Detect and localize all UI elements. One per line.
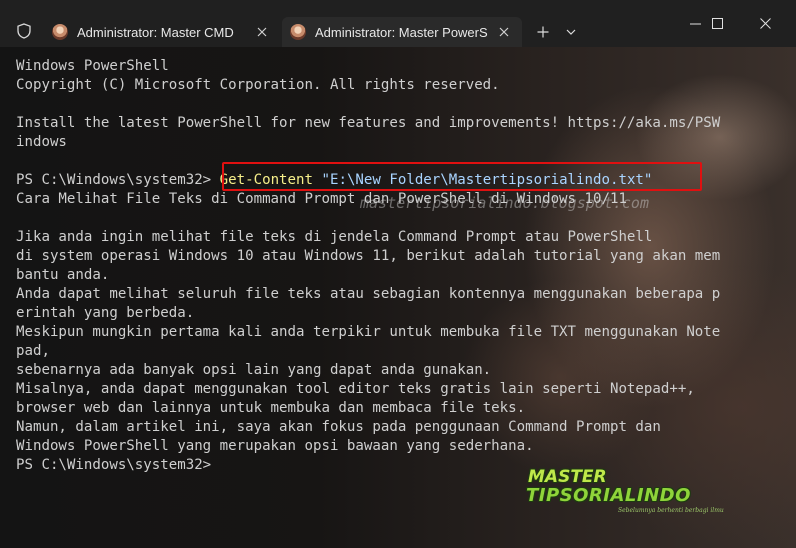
- terminal-line: Anda dapat melihat seluruh file teks ata…: [16, 286, 721, 302]
- tab-master-powershell[interactable]: Administrator: Master PowerS: [282, 17, 522, 47]
- terminal-line: bantu anda.: [16, 267, 110, 283]
- avatar-icon: [52, 24, 68, 40]
- terminal-line: Windows PowerShell: [16, 58, 169, 74]
- terminal-line: Namun, dalam artikel ini, saya akan foku…: [16, 419, 661, 435]
- terminal-line: browser web dan lainnya untuk membuka da…: [16, 400, 526, 416]
- terminal-line: Copyright (C) Microsoft Corporation. All…: [16, 77, 500, 93]
- close-icon[interactable]: [742, 0, 788, 47]
- terminal-line: pad,: [16, 343, 50, 359]
- avatar-icon: [290, 24, 306, 40]
- close-icon[interactable]: [490, 18, 518, 46]
- tab-title: Administrator: Master CMD: [77, 24, 234, 40]
- command-highlight-box: [222, 162, 702, 191]
- terminal-line: Misalnya, anda dapat menggunakan tool ed…: [16, 381, 695, 397]
- logo-text-bottom: TIPSORIALINDO: [526, 485, 691, 506]
- terminal-line: di system operasi Windows 10 atau Window…: [16, 248, 721, 264]
- terminal-line: Windows PowerShell yang merupakan opsi b…: [16, 438, 534, 454]
- terminal-line: Install the latest PowerShell for new fe…: [16, 115, 721, 131]
- terminal-line: erintah yang berbeda.: [16, 305, 195, 321]
- tab-master-cmd[interactable]: Administrator: Master CMD: [44, 17, 280, 47]
- watermark-logo: MASTER TIPSORIALINDO Sebelumnya berhenti…: [526, 465, 726, 515]
- terminal-line: sebenarnya ada banyak opsi lain yang dap…: [16, 362, 492, 378]
- watermark-url: mastertipsorialindo.blogspot.com: [360, 194, 649, 212]
- logo-text-top: MASTER: [528, 467, 607, 487]
- tab-title: Administrator: Master PowerS: [315, 24, 488, 40]
- shield-icon: [14, 20, 34, 42]
- terminal-lines: Windows PowerShell Copyright (C) Microso…: [16, 57, 720, 475]
- maximize-icon[interactable]: [694, 0, 740, 47]
- terminal-line: Jika anda ingin melihat file teks di jen…: [16, 229, 653, 245]
- prompt: PS C:\Windows\system32>: [16, 172, 220, 188]
- logo-tagline: Sebelumnya berhenti berbagi ilmu: [618, 507, 724, 514]
- plus-icon[interactable]: [530, 17, 556, 47]
- close-icon[interactable]: [248, 18, 276, 46]
- terminal-window: Administrator: Master CMD Administrator:…: [0, 0, 796, 548]
- terminal-line: Meskipun mungkin pertama kali anda terpi…: [16, 324, 721, 340]
- title-bar[interactable]: Administrator: Master CMD Administrator:…: [0, 0, 796, 47]
- terminal-output[interactable]: Windows PowerShell Copyright (C) Microso…: [0, 47, 796, 548]
- terminal-line: indows: [16, 134, 67, 150]
- chevron-down-icon[interactable]: [559, 17, 583, 47]
